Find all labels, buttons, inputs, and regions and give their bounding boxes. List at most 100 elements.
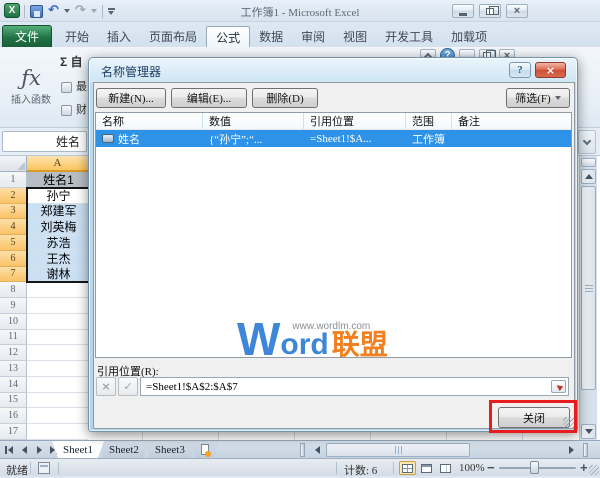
tab-file[interactable]: 文件 (2, 25, 52, 47)
new-name-button[interactable]: 新建(N)... (96, 88, 166, 108)
row-header[interactable]: 6 (0, 251, 27, 267)
tab-insert[interactable]: 插入 (98, 26, 140, 47)
tab-page-layout[interactable]: 页面布局 (140, 26, 206, 47)
row-header[interactable]: 9 (0, 298, 27, 314)
scroll-down-button[interactable] (581, 424, 596, 439)
name-box[interactable]: 姓名 (2, 131, 87, 152)
sheet-tabs: Sheet1 Sheet2 Sheet3 (58, 441, 220, 458)
row-header[interactable]: 2 (0, 188, 27, 204)
scrollbar-thumb[interactable] (581, 186, 596, 390)
sheet-tab-bar: Sheet1 Sheet2 Sheet3 (0, 440, 600, 458)
dialog-help-button[interactable]: ? (509, 62, 531, 78)
cell-a10[interactable] (27, 314, 90, 330)
cell-a13[interactable] (27, 361, 90, 377)
hscroll-left-button[interactable] (310, 443, 324, 457)
expand-formula-bar-button[interactable] (578, 130, 596, 154)
page-break-view-icon[interactable] (437, 461, 454, 475)
tab-view[interactable]: 视图 (334, 26, 376, 47)
vertical-scrollbar[interactable] (579, 156, 597, 440)
row-header[interactable]: 3 (0, 204, 27, 220)
sheet-row: 1姓名1 (0, 172, 90, 188)
tab-review[interactable]: 审阅 (292, 26, 334, 47)
select-all-corner[interactable] (0, 156, 27, 172)
row-header[interactable]: 7 (0, 267, 27, 283)
first-sheet-icon[interactable] (3, 443, 15, 456)
tab-developer[interactable]: 开发工具 (376, 26, 442, 47)
cell-a12[interactable] (27, 345, 90, 361)
previous-sheet-icon[interactable] (18, 443, 30, 456)
cell-a1[interactable]: 姓名1 (27, 172, 90, 188)
cell-a15[interactable] (27, 393, 90, 409)
insert-function-button[interactable]: ƒx 插入函数 (4, 51, 58, 122)
column-header-value[interactable]: 数值 (203, 113, 304, 129)
financial-button[interactable]: 财 (61, 101, 87, 117)
tab-sheet2[interactable]: Sheet2 (98, 441, 150, 458)
autosum-button[interactable]: Σ 自 (60, 53, 83, 70)
collapse-dialog-icon[interactable] (551, 380, 566, 393)
tab-formulas[interactable]: 公式 (206, 26, 250, 47)
row-header[interactable]: 13 (0, 361, 27, 377)
cell-a14[interactable] (27, 377, 90, 393)
recently-used-button[interactable]: 最 (61, 78, 87, 94)
column-header-scope[interactable]: 范围 (406, 113, 452, 129)
scroll-up-button[interactable] (581, 169, 596, 184)
row-header[interactable]: 8 (0, 282, 27, 298)
sheet-row: 16 (0, 408, 90, 424)
zoom-out-icon[interactable]: − (487, 460, 495, 475)
row-header[interactable]: 11 (0, 330, 27, 346)
close-button[interactable]: × (506, 4, 528, 18)
column-header-comment[interactable]: 备注 (452, 113, 571, 129)
accept-reference-icon: ✓ (118, 377, 138, 396)
zoom-slider-thumb[interactable] (530, 461, 539, 474)
row-header[interactable]: 12 (0, 345, 27, 361)
row-header[interactable]: 14 (0, 377, 27, 393)
tab-sheet1[interactable]: Sheet1 (52, 441, 104, 458)
edit-name-button[interactable]: 编辑(E)... (171, 88, 247, 108)
hscroll-splitter[interactable] (583, 443, 588, 457)
filter-button[interactable]: 筛选(F) (506, 88, 570, 108)
separator (336, 462, 337, 474)
record-macro-icon[interactable] (38, 462, 50, 474)
tab-home[interactable]: 开始 (56, 26, 98, 47)
tab-sheet3[interactable]: Sheet3 (144, 441, 196, 458)
zoom-in-icon[interactable]: + (580, 460, 588, 475)
name-entry-row-selected[interactable]: 姓名 {“孙宁”;“... =Sheet1!$A... 工作簿 (96, 130, 571, 147)
tab-splitter[interactable] (300, 443, 305, 457)
page-layout-view-icon[interactable] (418, 461, 435, 475)
minimize-button[interactable] (452, 4, 474, 18)
hscroll-thumb[interactable] (326, 443, 470, 457)
cancel-reference-icon: × (96, 377, 116, 396)
row-header[interactable]: 1 (0, 172, 27, 188)
entry-scope-cell: 工作簿 (406, 130, 452, 147)
normal-view-icon[interactable] (399, 461, 416, 475)
restore-button[interactable] (479, 4, 501, 18)
hscroll-right-button[interactable] (564, 443, 578, 457)
cell-a17[interactable] (27, 424, 90, 440)
row-header[interactable]: 5 (0, 235, 27, 251)
cell-a9[interactable] (27, 298, 90, 314)
next-sheet-icon[interactable] (33, 443, 45, 456)
column-header-a[interactable]: A (27, 156, 89, 172)
names-list[interactable]: 名称 数值 引用位置 范围 备注 姓名 {“孙宁”;“... =Sheet1!$… (95, 112, 572, 358)
row-header[interactable]: 16 (0, 408, 27, 424)
sheet-row: 8 (0, 282, 90, 298)
insert-worksheet-icon[interactable] (190, 441, 220, 458)
dialog-close-icon[interactable]: × (535, 62, 566, 78)
window-resize-grip[interactable] (589, 465, 599, 475)
tab-addins[interactable]: 加载项 (442, 26, 496, 47)
sheet-row: 13 (0, 361, 90, 377)
refers-to-input[interactable]: =Sheet1!$A$2:$A$7 (140, 377, 569, 396)
cell-a8[interactable] (27, 282, 90, 298)
cell-a16[interactable] (27, 408, 90, 424)
row-header[interactable]: 15 (0, 393, 27, 409)
split-handle[interactable] (581, 158, 596, 167)
cell-a11[interactable] (27, 330, 90, 346)
zoom-level[interactable]: 100% (459, 462, 485, 474)
tab-data[interactable]: 数据 (250, 26, 292, 47)
row-header[interactable]: 4 (0, 219, 27, 235)
column-header-refers-to[interactable]: 引用位置 (304, 113, 406, 129)
row-header[interactable]: 17 (0, 424, 27, 440)
row-header[interactable]: 10 (0, 314, 27, 330)
delete-name-button[interactable]: 删除(D) (252, 88, 318, 108)
column-header-name[interactable]: 名称 (96, 113, 203, 129)
